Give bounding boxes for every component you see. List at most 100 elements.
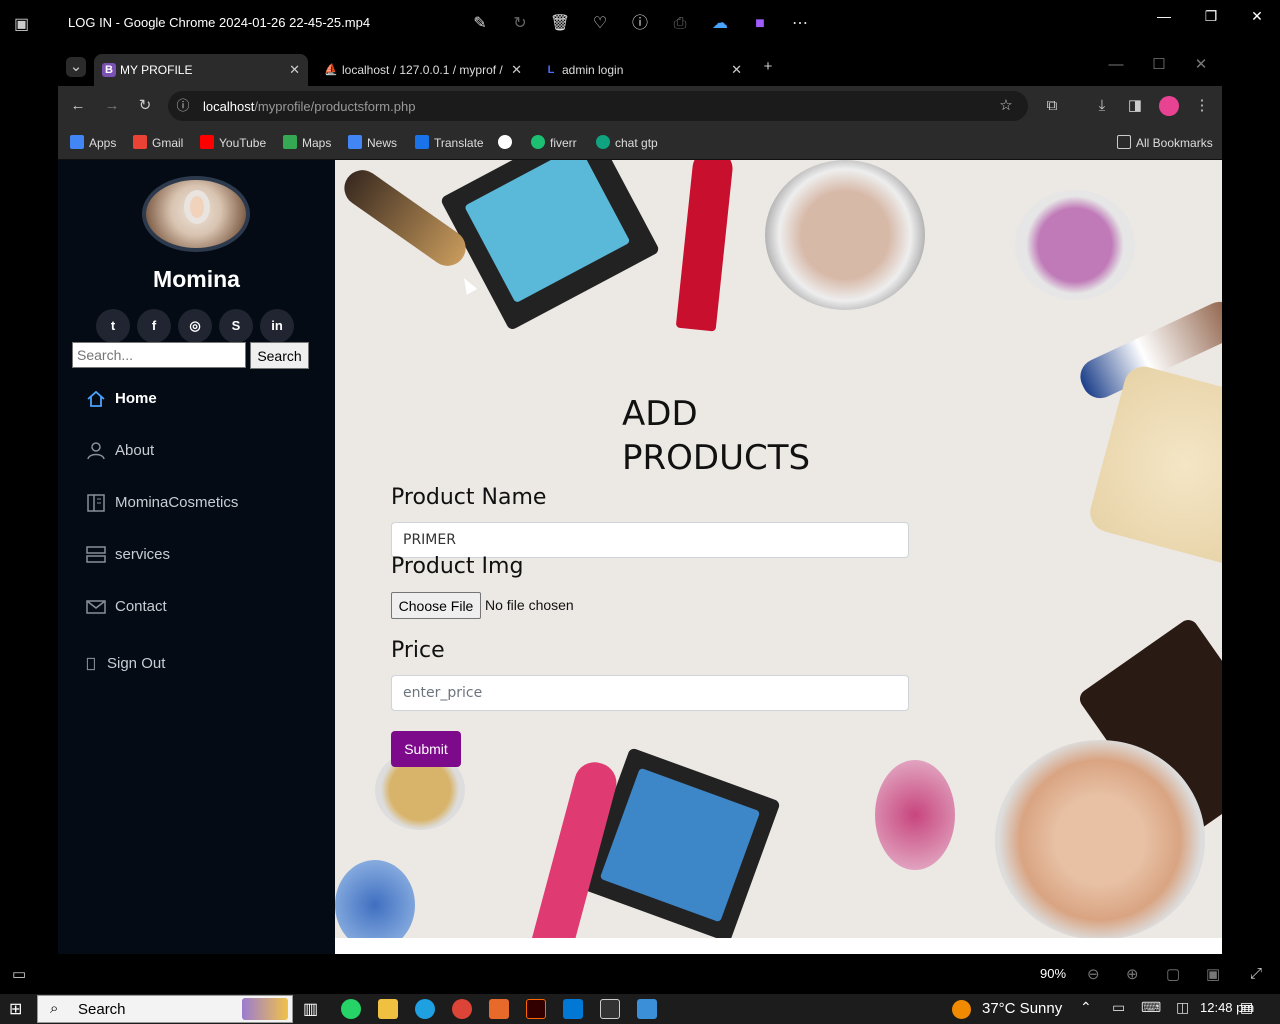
chrome-menu-icon[interactable]: ⋮ — [1192, 96, 1212, 116]
task-view-icon[interactable]: ▥ — [303, 999, 323, 1019]
linkedin-icon[interactable]: in — [260, 309, 294, 343]
windows-taskbar: ⊞ ⌕ Search ▥ 37°C Sunny ⌃ ▭ ⌨ ◫ 12:48 pm… — [0, 994, 1280, 1024]
vscode-icon[interactable] — [563, 999, 583, 1019]
xampp-icon[interactable] — [489, 999, 509, 1019]
notifications-icon[interactable]: ▤ — [1240, 999, 1253, 1016]
clipchamp-icon[interactable]: ■ — [749, 13, 771, 35]
bookmark-maps[interactable]: Maps — [283, 135, 331, 150]
envelope-icon — [86, 600, 106, 614]
info-icon[interactable]: ⓘ — [629, 13, 651, 35]
home-icon — [87, 390, 105, 407]
window-close-icon[interactable]: ✕ — [1191, 55, 1211, 75]
close-icon[interactable]: ✕ — [1242, 8, 1272, 26]
bookmark-google[interactable] — [498, 135, 517, 150]
window-minimize-icon[interactable]: — — [1106, 55, 1126, 75]
instagram-icon[interactable]: ◎ — [178, 309, 212, 343]
minimize-icon[interactable]: — — [1149, 8, 1179, 26]
weather-sun-icon — [952, 1000, 971, 1019]
video-title: LOG IN - Google Chrome 2024-01-26 22-45-… — [68, 15, 371, 30]
close-tab-icon[interactable]: ✕ — [511, 62, 522, 78]
bookmark-news[interactable]: News — [348, 135, 397, 150]
site-info-icon[interactable]: ⓘ — [173, 96, 193, 116]
new-tab-icon[interactable]: + — [758, 57, 778, 77]
sidebar-search-input[interactable] — [72, 342, 246, 368]
all-bookmarks[interactable]: All Bookmarks — [1117, 135, 1213, 150]
submit-button[interactable]: Submit — [391, 731, 461, 767]
weather-text[interactable]: 37°C Sunny — [982, 1000, 1062, 1017]
close-tab-icon[interactable]: ✕ — [731, 62, 742, 78]
photos-icon[interactable] — [637, 999, 657, 1019]
extensions-icon[interactable]: ⧉ — [1042, 96, 1062, 116]
window-maximize-icon[interactable]: ☐ — [1149, 55, 1169, 75]
close-tab-icon[interactable]: ✕ — [289, 62, 300, 78]
actual-size-icon[interactable]: ▣ — [1206, 965, 1220, 983]
bookmark-apps[interactable]: Apps — [70, 135, 116, 150]
admin-favicon-icon: L — [547, 64, 555, 76]
restore-icon[interactable]: ❐ — [1196, 8, 1226, 26]
taskbar-search[interactable]: ⌕ Search — [37, 995, 293, 1023]
tab-phpmyadmin[interactable]: ⛵ localhost / 127.0.0.1 / myprof / ✕ — [316, 54, 530, 86]
forward-icon[interactable]: → — [102, 96, 122, 116]
keyboard-icon[interactable]: ⌨ — [1141, 999, 1161, 1016]
add-product-form: ADDPRODUCTS Product Name Product Img Cho… — [335, 160, 1222, 938]
side-panel-icon[interactable]: ◨ — [1125, 96, 1145, 116]
main-content: ADDPRODUCTS Product Name Product Img Cho… — [335, 160, 1222, 938]
zoom-level: 90% — [1040, 966, 1067, 981]
sidebar-search-button[interactable]: Search — [250, 342, 309, 369]
device-icon[interactable]: ▭ — [12, 965, 26, 983]
fullscreen-icon[interactable]: ⤢ — [1250, 965, 1262, 982]
bookmark-chat-gtp[interactable]: chat gtp — [596, 135, 658, 150]
product-name-label: Product Name — [391, 485, 547, 510]
facebook-icon[interactable]: f — [137, 309, 171, 343]
tray-chevron-icon[interactable]: ⌃ — [1080, 999, 1092, 1016]
bookmark-star-icon[interactable]: ☆ — [996, 96, 1016, 116]
favorite-icon[interactable]: ♡ — [589, 13, 611, 35]
tab-my-profile[interactable]: B MY PROFILE ✕ — [94, 54, 308, 86]
whatsapp-icon[interactable] — [341, 999, 361, 1019]
bookmark-translate[interactable]: Translate — [415, 135, 484, 150]
skype-icon[interactable]: S — [219, 309, 253, 343]
profile-avatar[interactable] — [1159, 96, 1179, 116]
address-bar[interactable]: ⓘ localhost/myprofile/productsform.php ☆ — [168, 91, 1028, 121]
bookmark-fiverr[interactable]: fiverr — [531, 135, 577, 150]
gmail-icon — [133, 135, 147, 149]
network-icon[interactable]: ◫ — [1176, 999, 1189, 1016]
tab-label: MY PROFILE — [120, 63, 193, 77]
edit-icon[interactable]: ✎ — [469, 13, 491, 35]
battery-icon[interactable]: ▭ — [1112, 999, 1125, 1016]
choose-file-button[interactable]: Choose File — [391, 592, 481, 619]
tab-admin-login[interactable]: L admin login ✕ — [536, 54, 750, 86]
bookmark-gmail[interactable]: Gmail — [133, 135, 183, 150]
more-icon[interactable]: ⋯ — [789, 13, 811, 35]
terminal-icon[interactable] — [600, 999, 620, 1019]
price-label: Price — [391, 638, 445, 663]
bootstrap-favicon-icon: B — [102, 63, 116, 77]
page-viewport: Momina t f ◎ S in Search Home About Momi… — [58, 160, 1222, 954]
bookmark-youtube[interactable]: YouTube — [200, 135, 266, 150]
edge-icon[interactable] — [415, 999, 435, 1019]
zoom-out-icon[interactable]: ⊖ — [1087, 965, 1100, 983]
twitter-icon[interactable]: t — [96, 309, 130, 343]
price-input[interactable] — [391, 675, 909, 711]
illustrator-icon[interactable] — [526, 999, 546, 1019]
print-icon[interactable]: ⎙ — [669, 13, 691, 35]
form-title: ADD PRODUCTS — [622, 394, 811, 478]
product-name-input[interactable] — [391, 522, 909, 558]
rotate-icon[interactable]: ↻ — [509, 13, 531, 35]
tab-search-icon[interactable]: ⌄ — [66, 57, 86, 77]
tab-strip: ⌄ B MY PROFILE ✕ ⛵ localhost / 127.0.0.1… — [58, 48, 1222, 86]
back-icon[interactable]: ← — [68, 96, 88, 116]
reload-icon[interactable]: ↻ — [135, 96, 155, 116]
download-icon[interactable]: ⤓ — [1092, 96, 1112, 116]
file-explorer-icon[interactable] — [378, 999, 398, 1019]
search-highlight-icon — [242, 998, 288, 1020]
delete-icon[interactable]: 🗑 — [549, 13, 571, 35]
windows-start-icon[interactable]: ⊞ — [9, 999, 29, 1019]
photos-app-icon: ▣ — [14, 16, 30, 33]
sidebar: Momina t f ◎ S in Search Home About Momi… — [58, 160, 335, 954]
fit-icon[interactable]: ▢ — [1166, 965, 1180, 983]
chrome-icon[interactable] — [452, 999, 472, 1019]
onedrive-icon[interactable]: ☁ — [709, 13, 731, 35]
zoom-in-icon[interactable]: ⊕ — [1126, 965, 1139, 983]
file-status: No file chosen — [485, 597, 574, 613]
